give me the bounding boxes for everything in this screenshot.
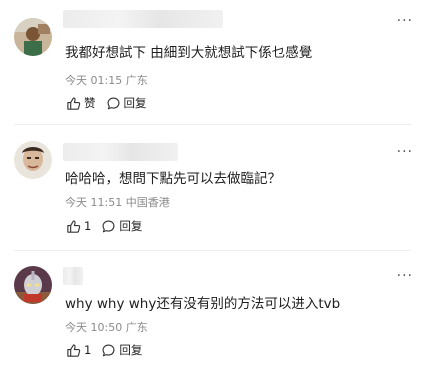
avatar[interactable] xyxy=(14,18,52,56)
like-button[interactable]: 1 xyxy=(66,343,91,358)
thumbs-up-icon xyxy=(67,343,81,357)
reply-button[interactable]: 回复 xyxy=(106,95,147,111)
chat-bubble-icon xyxy=(102,220,115,232)
comment-text: 哈哈哈，想問下點先可以去做臨記？ xyxy=(65,171,281,187)
comment-location: 广东 xyxy=(125,74,148,87)
comment-location: 广东 xyxy=(125,321,148,334)
more-dots-icon[interactable]: ··· xyxy=(397,144,413,160)
comment-text: why why why还有没有别的方法可以进入tvb xyxy=(65,296,341,312)
like-button[interactable]: 赞 xyxy=(66,95,96,111)
comment-meta: 今天 01:15 广东 xyxy=(65,72,148,88)
more-dots-icon[interactable]: ··· xyxy=(397,268,413,284)
comment-actions: 1 回复 xyxy=(66,218,152,234)
username-blurred[interactable] xyxy=(63,143,178,161)
reply-button[interactable]: 回复 xyxy=(101,218,142,234)
comment-actions: 赞 回复 xyxy=(66,95,157,111)
like-count: 1 xyxy=(84,219,92,233)
comment-item: ··· 哈哈哈，想問下點先可以去做臨記？ 今天 11:51 中国香港 1 回复 xyxy=(0,125,425,251)
avatar[interactable] xyxy=(14,141,52,179)
comment-meta: 今天 11:51 中国香港 xyxy=(65,194,170,210)
chat-bubble-icon xyxy=(102,344,115,356)
comment-text: 我都好想試下 由細到大就想試下係乜感覺 xyxy=(65,45,313,61)
like-count: 1 xyxy=(84,343,92,357)
reply-label: 回复 xyxy=(119,343,143,357)
more-dots-icon[interactable]: ··· xyxy=(397,13,413,29)
thumbs-up-icon xyxy=(67,96,81,110)
reply-button[interactable]: 回复 xyxy=(101,342,142,358)
username-blurred[interactable] xyxy=(63,10,223,28)
chat-bubble-icon xyxy=(107,97,119,109)
comment-actions: 1 回复 xyxy=(66,342,152,358)
comment-time: 今天 11:51 xyxy=(65,196,123,209)
like-label: 赞 xyxy=(84,96,96,110)
comment-item: ··· 我都好想試下 由細到大就想試下係乜感覺 今天 01:15 广东 赞 回复 xyxy=(0,0,425,125)
like-button[interactable]: 1 xyxy=(66,219,91,234)
comment-item: ··· why why why还有没有别的方法可以进入tvb 今天 10:50 … xyxy=(0,251,425,383)
username-blurred[interactable] xyxy=(63,267,83,285)
thumbs-up-icon xyxy=(67,219,81,233)
comment-time: 今天 10:50 xyxy=(65,321,123,334)
avatar[interactable] xyxy=(14,266,52,304)
comment-meta: 今天 10:50 广东 xyxy=(65,319,148,335)
comment-time: 今天 01:15 xyxy=(65,74,123,87)
reply-label: 回复 xyxy=(123,96,147,110)
reply-label: 回复 xyxy=(119,219,143,233)
comment-location: 中国香港 xyxy=(125,196,170,209)
